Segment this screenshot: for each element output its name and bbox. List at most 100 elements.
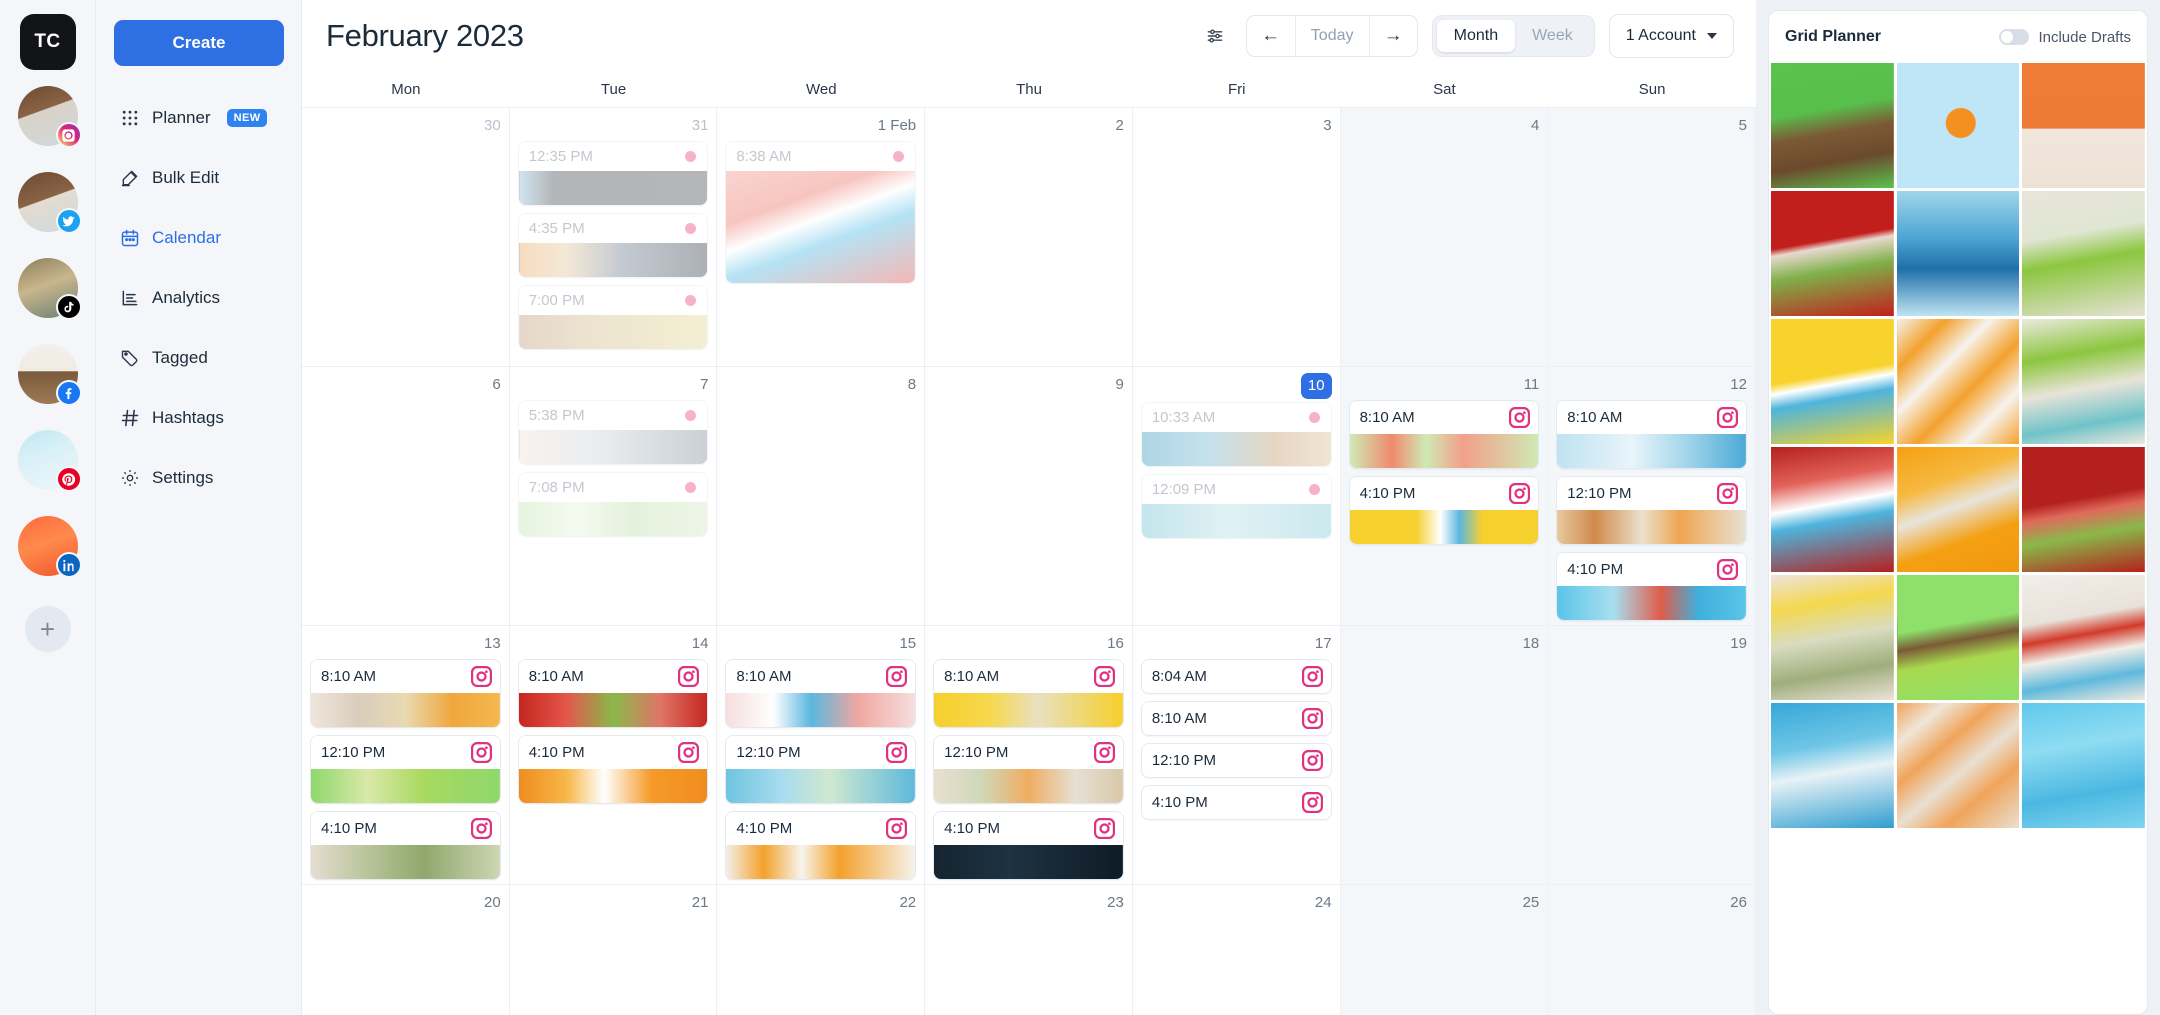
account-avatar-tiktok[interactable] bbox=[17, 258, 82, 320]
calendar-day-cell[interactable]: 18 bbox=[1340, 626, 1549, 885]
grid-planner-tile[interactable] bbox=[2022, 703, 2145, 828]
calendar-day-cell[interactable]: 6 bbox=[302, 367, 510, 626]
instagram-icon bbox=[1509, 407, 1531, 428]
calendar-event-card[interactable]: 8:10 AM bbox=[725, 659, 917, 728]
calendar-event-card[interactable]: 12:35 PM bbox=[517, 141, 709, 206]
calendar-day-cell[interactable]: 2 bbox=[925, 108, 1133, 367]
grid-planner-tile[interactable] bbox=[2022, 447, 2145, 572]
calendar-day-cell[interactable]: 7 5:38 PM 7:08 PM bbox=[509, 367, 718, 626]
calendar-event-card[interactable]: 12:10 PM bbox=[310, 735, 501, 804]
calendar-event-card[interactable]: 12:10 PM bbox=[1556, 476, 1747, 545]
account-avatar-linkedin[interactable] bbox=[17, 516, 82, 578]
calendar-day-cell[interactable]: 11 8:10 AM 4:10 PM bbox=[1340, 367, 1549, 626]
grid-planner-tile[interactable] bbox=[1896, 63, 2020, 188]
grid-planner-tile[interactable] bbox=[1896, 575, 2020, 700]
tab-week[interactable]: Week bbox=[1515, 20, 1590, 52]
today-button[interactable]: Today bbox=[1294, 16, 1369, 56]
grid-planner-tile[interactable] bbox=[1896, 447, 2020, 572]
calendar-event-card[interactable]: 10:33 AM bbox=[1140, 402, 1332, 467]
add-account-button[interactable]: + bbox=[24, 606, 71, 652]
sidebar-item-calendar[interactable]: Calendar bbox=[114, 216, 283, 260]
calendar-event-card[interactable]: 4:10 PM bbox=[310, 811, 501, 880]
calendar-event-card[interactable]: 8:10 AM bbox=[933, 659, 1124, 728]
grid-planner-tile[interactable] bbox=[1771, 191, 1894, 316]
calendar-event-card[interactable]: 8:10 AM bbox=[517, 659, 709, 728]
calendar-day-cell[interactable]: 13 8:10 AM 12:10 PM 4:10 PM bbox=[302, 626, 510, 885]
calendar-day-cell[interactable]: 25 bbox=[1340, 885, 1549, 1015]
grid-planner-tile[interactable] bbox=[1771, 63, 1894, 188]
calendar-event-card[interactable]: 4:10 PM bbox=[517, 735, 709, 804]
calendar-day-cell[interactable]: 4 bbox=[1340, 108, 1549, 367]
calendar-event-card[interactable]: 8:10 AM bbox=[310, 659, 501, 728]
calendar-day-cell[interactable]: 8 bbox=[717, 367, 926, 626]
sidebar-item-settings[interactable]: Settings bbox=[114, 456, 283, 500]
calendar-day-cell[interactable]: 20 bbox=[302, 885, 510, 1015]
calendar-event-card[interactable]: 8:10 AM bbox=[1348, 400, 1540, 469]
account-filter-dropdown[interactable]: 1 Account bbox=[1608, 14, 1734, 58]
include-drafts-toggle[interactable]: Include Drafts bbox=[1999, 29, 2131, 46]
grid-planner-tile[interactable] bbox=[2022, 191, 2145, 316]
calendar-event-card[interactable]: 7:08 PM bbox=[517, 472, 709, 537]
grid-planner-tile[interactable] bbox=[2022, 319, 2145, 444]
calendar-event-card[interactable]: 8:10 AM bbox=[1556, 400, 1747, 469]
calendar-event-card[interactable]: 12:10 PM bbox=[725, 735, 917, 804]
calendar-day-cell[interactable]: 10 10:33 AM 12:09 PM bbox=[1132, 367, 1341, 626]
calendar-event-card[interactable]: 4:35 PM bbox=[517, 213, 709, 278]
calendar-day-cell[interactable]: 16 8:10 AM 12:10 PM 4:10 PM bbox=[925, 626, 1133, 885]
calendar-day-cell[interactable]: 22 bbox=[717, 885, 926, 1015]
calendar-event-card[interactable]: 8:38 AM bbox=[725, 141, 917, 284]
calendar-event-card[interactable]: 8:10 AM bbox=[1140, 701, 1332, 736]
sliders-icon[interactable] bbox=[1198, 19, 1232, 53]
grid-planner-tile[interactable] bbox=[1771, 447, 1894, 572]
workspace-logo[interactable]: TC bbox=[19, 14, 76, 70]
calendar-event-card[interactable]: 8:04 AM bbox=[1140, 659, 1332, 694]
calendar-event-card[interactable]: 5:38 PM bbox=[517, 400, 709, 465]
account-avatar-pinterest[interactable] bbox=[17, 430, 82, 492]
account-avatar-twitter[interactable] bbox=[17, 172, 82, 234]
calendar-day-cell[interactable]: 17 8:04 AM 8:10 AM 12:10 PM 4:10 PM bbox=[1132, 626, 1341, 885]
grid-planner-tile[interactable] bbox=[1771, 703, 1894, 828]
calendar-event-card[interactable]: 12:10 PM bbox=[1140, 743, 1332, 778]
grid-planner-tile[interactable] bbox=[1771, 575, 1894, 700]
tab-month[interactable]: Month bbox=[1436, 20, 1516, 52]
calendar-day-cell[interactable]: 1 Feb 8:38 AM bbox=[717, 108, 926, 367]
sidebar-item-bulk-edit[interactable]: Bulk Edit bbox=[114, 156, 283, 200]
calendar-event-card[interactable]: 4:10 PM bbox=[1348, 476, 1540, 545]
grid-planner-tile[interactable] bbox=[2022, 575, 2145, 700]
calendar-day-cell[interactable]: 31 12:35 PM 4:35 PM 7:00 PM bbox=[509, 108, 718, 367]
account-avatar-instagram[interactable] bbox=[0, 78, 96, 154]
sidebar-item-hashtags[interactable]: Hashtags bbox=[114, 396, 283, 440]
calendar-event-card[interactable]: 4:10 PM bbox=[933, 811, 1124, 880]
calendar-day-cell[interactable]: 26 bbox=[1548, 885, 1756, 1015]
sidebar-item-planner[interactable]: Planner NEW bbox=[114, 96, 283, 140]
calendar-event-card[interactable]: 12:10 PM bbox=[933, 735, 1124, 804]
calendar-day-cell[interactable]: 9 bbox=[925, 367, 1133, 626]
calendar-day-cell[interactable]: 23 bbox=[925, 885, 1133, 1015]
calendar-event-card[interactable]: 12:09 PM bbox=[1140, 474, 1332, 539]
calendar-day-cell[interactable]: 14 8:10 AM 4:10 PM bbox=[509, 626, 718, 885]
sidebar-item-tagged[interactable]: Tagged bbox=[114, 336, 283, 380]
sidebar-item-label: Analytics bbox=[152, 288, 221, 307]
calendar-event-card[interactable]: 7:00 PM bbox=[517, 285, 709, 350]
create-button[interactable]: Create bbox=[114, 20, 284, 66]
calendar-event-card[interactable]: 4:10 PM bbox=[1140, 785, 1332, 820]
grid-planner-tile[interactable] bbox=[2022, 63, 2145, 188]
prev-month-button[interactable]: ← bbox=[1246, 16, 1295, 56]
calendar-day-cell[interactable]: 30 bbox=[302, 108, 510, 367]
calendar-day-cell[interactable]: 19 bbox=[1548, 626, 1756, 885]
calendar-day-cell[interactable]: 15 8:10 AM 12:10 PM 4:10 PM bbox=[717, 626, 926, 885]
calendar-event-card[interactable]: 4:10 PM bbox=[1556, 552, 1747, 621]
grid-planner-tile[interactable] bbox=[1896, 191, 2020, 316]
calendar-day-cell[interactable]: 21 bbox=[510, 885, 718, 1015]
grid-planner-tile[interactable] bbox=[1896, 703, 2020, 828]
account-avatar-facebook[interactable] bbox=[17, 344, 82, 406]
sidebar-item-analytics[interactable]: Analytics bbox=[114, 276, 283, 320]
next-month-button[interactable]: → bbox=[1368, 16, 1417, 56]
calendar-day-cell[interactable]: 12 8:10 AM 12:10 PM 4:10 PM bbox=[1548, 367, 1756, 626]
grid-planner-tile[interactable] bbox=[1771, 319, 1894, 444]
grid-planner-tile[interactable] bbox=[1896, 319, 2020, 444]
calendar-event-card[interactable]: 4:10 PM bbox=[725, 811, 917, 880]
calendar-day-cell[interactable]: 3 bbox=[1132, 108, 1341, 367]
calendar-day-cell[interactable]: 5 bbox=[1548, 108, 1756, 367]
calendar-day-cell[interactable]: 24 bbox=[1133, 885, 1341, 1015]
